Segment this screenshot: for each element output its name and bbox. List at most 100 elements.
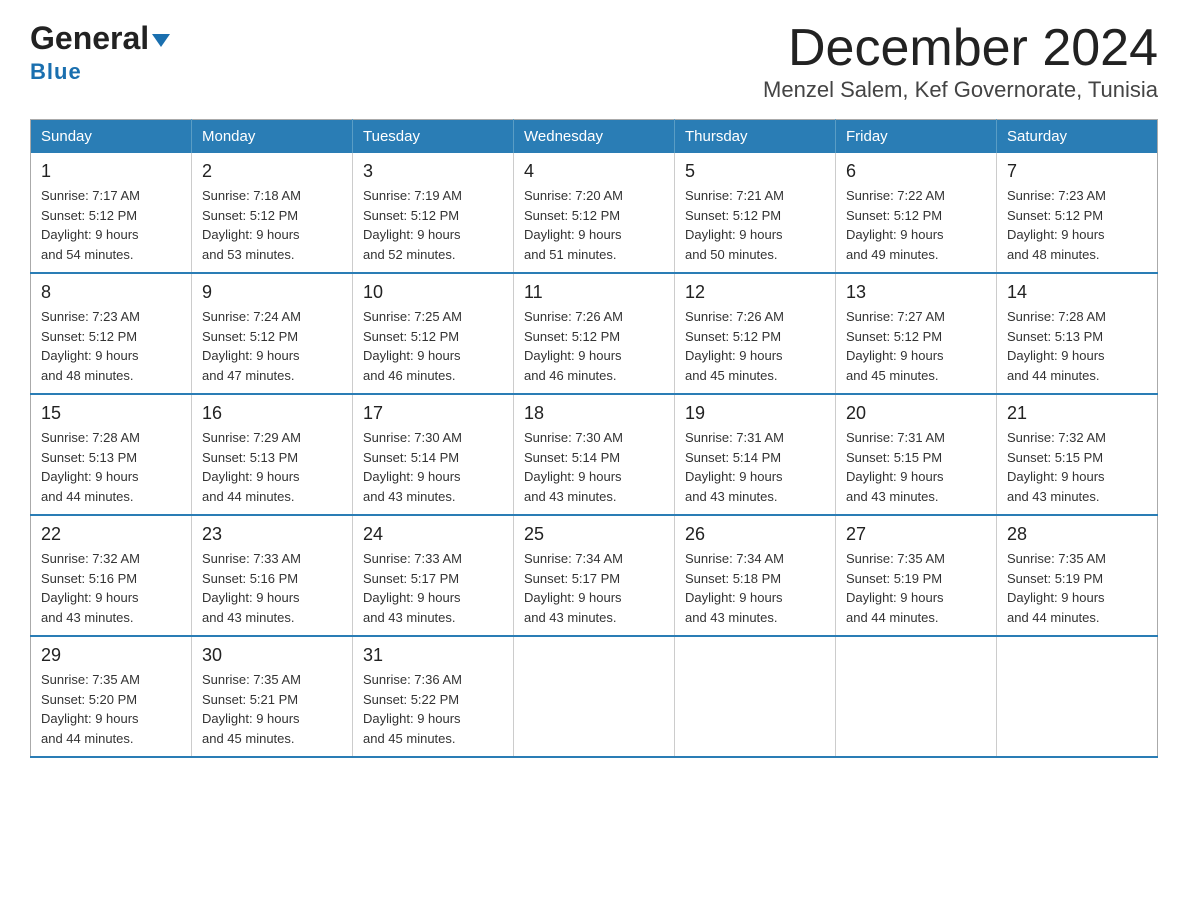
weekday-header: Monday	[192, 120, 353, 154]
day-info: Sunrise: 7:35 AMSunset: 5:19 PMDaylight:…	[1007, 549, 1147, 627]
calendar-cell: 10Sunrise: 7:25 AMSunset: 5:12 PMDayligh…	[353, 273, 514, 394]
calendar-cell: 23 Sunrise: 7:33 AMSunset: 5:16 PMDayligh…	[192, 515, 353, 636]
calendar-week-row: 15Sunrise: 7:28 AMSunset: 5:13 PMDayligh…	[31, 394, 1158, 515]
day-number: 27	[846, 524, 986, 545]
calendar-cell	[997, 636, 1158, 757]
calendar-cell: 24 Sunrise: 7:33 AMSunset: 5:17 PMDayligh…	[353, 515, 514, 636]
calendar-week-row: 8 Sunrise: 7:23 AMSunset: 5:12 PMDaylight…	[31, 273, 1158, 394]
day-number: 17	[363, 403, 503, 424]
day-number: 29	[41, 645, 181, 666]
day-info: Sunrise: 7:35 AMSunset: 5:20 PMDaylight:…	[41, 670, 181, 748]
calendar-cell: 5Sunrise: 7:21 AMSunset: 5:12 PMDaylight…	[675, 153, 836, 273]
day-info: Sunrise: 7:30 AMSunset: 5:14 PMDaylight:…	[363, 428, 503, 506]
day-number: 8	[41, 282, 181, 303]
calendar-week-row: 1Sunrise: 7:17 AMSunset: 5:12 PMDaylight…	[31, 153, 1158, 273]
day-info: Sunrise: 7:31 AMSunset: 5:15 PMDaylight:…	[846, 428, 986, 506]
calendar-cell: 8 Sunrise: 7:23 AMSunset: 5:12 PMDaylight…	[31, 273, 192, 394]
month-title: December 2024	[763, 20, 1158, 77]
day-number: 7	[1007, 161, 1147, 182]
calendar-cell: 13 Sunrise: 7:27 AMSunset: 5:12 PMDayligh…	[836, 273, 997, 394]
day-info: Sunrise: 7:19 AMSunset: 5:12 PMDaylight:…	[363, 186, 503, 264]
calendar-cell: 19Sunrise: 7:31 AMSunset: 5:14 PMDayligh…	[675, 394, 836, 515]
day-number: 4	[524, 161, 664, 182]
calendar-cell	[675, 636, 836, 757]
header-row: SundayMondayTuesdayWednesdayThursdayFrid…	[31, 120, 1158, 154]
logo-blue-text: Blue	[30, 59, 82, 85]
calendar-cell: 26Sunrise: 7:34 AMSunset: 5:18 PMDayligh…	[675, 515, 836, 636]
calendar-cell: 6 Sunrise: 7:22 AMSunset: 5:12 PMDaylight…	[836, 153, 997, 273]
day-info: Sunrise: 7:36 AMSunset: 5:22 PMDaylight:…	[363, 670, 503, 748]
calendar-cell: 11Sunrise: 7:26 AMSunset: 5:12 PMDayligh…	[514, 273, 675, 394]
day-number: 24	[363, 524, 503, 545]
day-number: 25	[524, 524, 664, 545]
calendar-table: SundayMondayTuesdayWednesdayThursdayFrid…	[30, 119, 1158, 758]
calendar-cell: 2 Sunrise: 7:18 AMSunset: 5:12 PMDaylight…	[192, 153, 353, 273]
day-number: 15	[41, 403, 181, 424]
weekday-header: Thursday	[675, 120, 836, 154]
day-number: 13	[846, 282, 986, 303]
location-title: Menzel Salem, Kef Governorate, Tunisia	[763, 77, 1158, 103]
weekday-header: Sunday	[31, 120, 192, 154]
calendar-cell: 12 Sunrise: 7:26 AMSunset: 5:12 PMDayligh…	[675, 273, 836, 394]
day-info: Sunrise: 7:28 AMSunset: 5:13 PMDaylight:…	[1007, 307, 1147, 385]
logo-general: General	[30, 20, 149, 57]
day-number: 23	[202, 524, 342, 545]
day-info: Sunrise: 7:27 AMSunset: 5:12 PMDaylight:…	[846, 307, 986, 385]
day-number: 31	[363, 645, 503, 666]
day-number: 12	[685, 282, 825, 303]
day-info: Sunrise: 7:23 AMSunset: 5:12 PMDaylight:…	[1007, 186, 1147, 264]
calendar-week-row: 22 Sunrise: 7:32 AMSunset: 5:16 PMDayligh…	[31, 515, 1158, 636]
day-number: 2	[202, 161, 342, 182]
calendar-cell: 7 Sunrise: 7:23 AMSunset: 5:12 PMDaylight…	[997, 153, 1158, 273]
calendar-header: SundayMondayTuesdayWednesdayThursdayFrid…	[31, 120, 1158, 154]
day-info: Sunrise: 7:35 AMSunset: 5:21 PMDaylight:…	[202, 670, 342, 748]
day-info: Sunrise: 7:32 AMSunset: 5:15 PMDaylight:…	[1007, 428, 1147, 506]
day-info: Sunrise: 7:32 AMSunset: 5:16 PMDaylight:…	[41, 549, 181, 627]
day-info: Sunrise: 7:20 AMSunset: 5:12 PMDaylight:…	[524, 186, 664, 264]
day-info: Sunrise: 7:33 AMSunset: 5:16 PMDaylight:…	[202, 549, 342, 627]
day-number: 28	[1007, 524, 1147, 545]
logo-area: General Blue	[30, 20, 170, 85]
day-info: Sunrise: 7:31 AMSunset: 5:14 PMDaylight:…	[685, 428, 825, 506]
calendar-cell: 29 Sunrise: 7:35 AMSunset: 5:20 PMDayligh…	[31, 636, 192, 757]
calendar-week-row: 29 Sunrise: 7:35 AMSunset: 5:20 PMDayligh…	[31, 636, 1158, 757]
weekday-header: Saturday	[997, 120, 1158, 154]
calendar-cell: 22 Sunrise: 7:32 AMSunset: 5:16 PMDayligh…	[31, 515, 192, 636]
day-info: Sunrise: 7:26 AMSunset: 5:12 PMDaylight:…	[685, 307, 825, 385]
day-info: Sunrise: 7:30 AMSunset: 5:14 PMDaylight:…	[524, 428, 664, 506]
day-info: Sunrise: 7:23 AMSunset: 5:12 PMDaylight:…	[41, 307, 181, 385]
day-number: 16	[202, 403, 342, 424]
day-info: Sunrise: 7:22 AMSunset: 5:12 PMDaylight:…	[846, 186, 986, 264]
calendar-cell: 3Sunrise: 7:19 AMSunset: 5:12 PMDaylight…	[353, 153, 514, 273]
day-info: Sunrise: 7:29 AMSunset: 5:13 PMDaylight:…	[202, 428, 342, 506]
day-info: Sunrise: 7:18 AMSunset: 5:12 PMDaylight:…	[202, 186, 342, 264]
day-number: 22	[41, 524, 181, 545]
logo-wrapper: General	[30, 20, 170, 57]
calendar-cell: 9Sunrise: 7:24 AMSunset: 5:12 PMDaylight…	[192, 273, 353, 394]
calendar-cell: 1Sunrise: 7:17 AMSunset: 5:12 PMDaylight…	[31, 153, 192, 273]
day-info: Sunrise: 7:34 AMSunset: 5:18 PMDaylight:…	[685, 549, 825, 627]
day-number: 11	[524, 282, 664, 303]
calendar-cell: 25Sunrise: 7:34 AMSunset: 5:17 PMDayligh…	[514, 515, 675, 636]
calendar-cell: 16 Sunrise: 7:29 AMSunset: 5:13 PMDayligh…	[192, 394, 353, 515]
day-number: 30	[202, 645, 342, 666]
day-number: 20	[846, 403, 986, 424]
day-number: 14	[1007, 282, 1147, 303]
weekday-header: Friday	[836, 120, 997, 154]
calendar-cell	[514, 636, 675, 757]
calendar-cell: 17 Sunrise: 7:30 AMSunset: 5:14 PMDayligh…	[353, 394, 514, 515]
day-number: 1	[41, 161, 181, 182]
header: General Blue December 2024 Menzel Salem,…	[30, 20, 1158, 103]
day-info: Sunrise: 7:25 AMSunset: 5:12 PMDaylight:…	[363, 307, 503, 385]
day-info: Sunrise: 7:35 AMSunset: 5:19 PMDaylight:…	[846, 549, 986, 627]
day-number: 6	[846, 161, 986, 182]
day-number: 5	[685, 161, 825, 182]
day-info: Sunrise: 7:33 AMSunset: 5:17 PMDaylight:…	[363, 549, 503, 627]
calendar-body: 1Sunrise: 7:17 AMSunset: 5:12 PMDaylight…	[31, 153, 1158, 757]
calendar-cell	[836, 636, 997, 757]
title-area: December 2024 Menzel Salem, Kef Governor…	[763, 20, 1158, 103]
logo-triangle-icon	[152, 34, 170, 47]
calendar-cell: 15Sunrise: 7:28 AMSunset: 5:13 PMDayligh…	[31, 394, 192, 515]
calendar-cell: 14 Sunrise: 7:28 AMSunset: 5:13 PMDayligh…	[997, 273, 1158, 394]
day-number: 21	[1007, 403, 1147, 424]
